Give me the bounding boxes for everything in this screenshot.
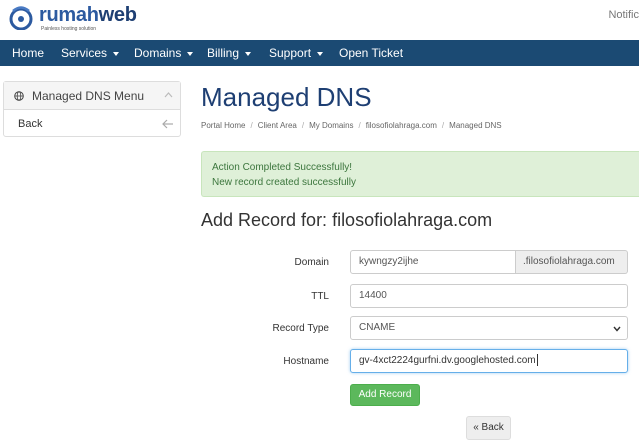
nav-domains[interactable]: Domains (134, 40, 194, 66)
arrow-left-icon (162, 119, 173, 129)
domain-label: Domain (294, 257, 329, 268)
breadcrumb-domain[interactable]: filosofiolahraga.com (366, 121, 437, 130)
chevron-down-icon (613, 326, 621, 332)
breadcrumb-current: Managed DNS (449, 121, 502, 130)
nav-open-ticket-label: Open Ticket (339, 46, 404, 60)
logo-wordmark: rumahweb (39, 4, 137, 26)
alert-title: Action Completed Successfully! (212, 162, 353, 173)
success-alert: Action Completed Successfully! New recor… (201, 151, 639, 197)
sidebar-item-back[interactable]: Back (4, 111, 180, 137)
breadcrumb-my-domains[interactable]: My Domains (309, 121, 353, 130)
nav-support-label: Support (269, 46, 312, 60)
rumahweb-logo[interactable]: rumahweb Painless hosting solution (7, 4, 147, 34)
nav-services[interactable]: Services (61, 40, 120, 66)
caret-down-icon (245, 51, 252, 56)
breadcrumb-portal-home[interactable]: Portal Home (201, 121, 245, 130)
back-button[interactable]: « Back (466, 416, 511, 440)
sidebar-title: Managed DNS Menu (32, 89, 145, 103)
hostname-label: Hostname (283, 356, 329, 367)
sidebar-header[interactable]: Managed DNS Menu (4, 82, 180, 110)
caret-down-icon (113, 51, 120, 56)
nav-services-label: Services (61, 46, 108, 60)
caret-down-icon (187, 51, 194, 56)
record-type-selected: CNAME (359, 322, 396, 333)
domain-input[interactable]: kywngzy2ijhe (350, 250, 516, 274)
main-navbar: Home Services Domains Billing Support Op… (0, 40, 639, 66)
notifications-link[interactable]: Notific (608, 9, 639, 21)
sidebar-item-label: Back (18, 118, 43, 130)
domain-suffix-addon: .filosofiolahraga.com (516, 250, 628, 274)
add-record-button[interactable]: Add Record (350, 384, 420, 406)
breadcrumb-client-area[interactable]: Client Area (258, 121, 297, 130)
nav-open-ticket[interactable]: Open Ticket (339, 40, 403, 66)
globe-icon (14, 91, 24, 101)
nav-billing-label: Billing (207, 46, 240, 60)
caret-down-icon (317, 51, 324, 56)
breadcrumb-separator: / (441, 121, 445, 130)
nav-home-label: Home (12, 46, 45, 60)
record-type-label: Record Type (272, 323, 329, 334)
breadcrumb-separator: / (250, 121, 253, 130)
breadcrumb: Portal Home / Client Area / My Domains / filos… (201, 121, 502, 130)
alert-message: New record created successfully (212, 177, 356, 188)
breadcrumb-separator: / (358, 121, 361, 130)
nav-support[interactable]: Support (269, 40, 324, 66)
logo-mark-icon (9, 6, 33, 30)
ttl-input[interactable]: 14400 (350, 284, 628, 308)
nav-billing[interactable]: Billing (207, 40, 252, 66)
hostname-value: gv-4xct2224gurfni.dv.googlehosted.com (359, 355, 536, 366)
page-title: Managed DNS (201, 82, 372, 112)
ttl-label: TTL (311, 291, 329, 302)
chevron-up-icon[interactable] (164, 91, 173, 98)
record-type-select[interactable]: CNAME (350, 316, 628, 340)
breadcrumb-separator: / (301, 121, 305, 130)
add-record-title: Add Record for: filosofiolahraga.com (201, 210, 493, 230)
nav-domains-label: Domains (134, 46, 182, 60)
nav-home[interactable]: Home (12, 40, 44, 66)
hostname-input[interactable]: gv-4xct2224gurfni.dv.googlehosted.com (350, 349, 628, 373)
logo-tagline: Painless hosting solution (41, 26, 97, 32)
top-header: rumahweb Painless hosting solution Notif… (0, 0, 639, 40)
managed-dns-sidebar: Managed DNS Menu Back (3, 81, 181, 137)
text-cursor (536, 354, 538, 367)
